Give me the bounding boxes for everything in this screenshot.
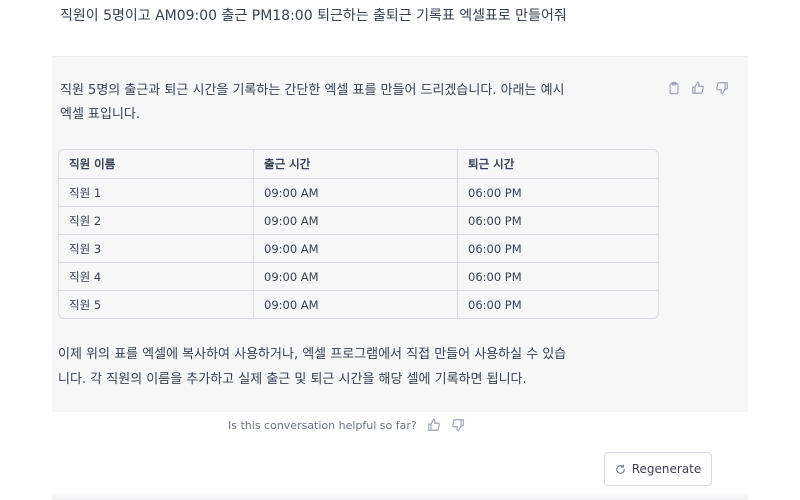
assistant-intro-line-1: 직원 5명의 출근과 퇴근 시간을 기록하는 간단한 엑셀 표를 만들어 드리겠… xyxy=(60,83,565,98)
assistant-intro-line-2: 엑셀 표입니다. xyxy=(60,107,141,122)
conversation-feedback: Is this conversation helpful so far? xyxy=(228,418,465,432)
cell-employee-name: 직원 5 xyxy=(59,291,254,318)
cell-clock-in: 09:00 AM xyxy=(254,291,458,318)
header-clock-in: 출근 시간 xyxy=(254,150,458,179)
table-row: 직원 3 09:00 AM 06:00 PM xyxy=(59,235,658,263)
cell-clock-in: 09:00 AM xyxy=(254,263,458,291)
assistant-outro-line-1: 이제 위의 표를 엑셀에 복사하여 사용하거나, 엑셀 프로그램에서 직접 만들… xyxy=(58,347,567,362)
cell-clock-in: 09:00 AM xyxy=(254,235,458,263)
table-row: 직원 5 09:00 AM 06:00 PM xyxy=(59,291,658,318)
regenerate-label: Regenerate xyxy=(631,462,702,476)
table-row: 직원 1 09:00 AM 06:00 PM xyxy=(59,179,658,207)
thumbs-down-icon[interactable] xyxy=(715,81,729,95)
assistant-outro: 이제 위의 표를 엑셀에 복사하여 사용하거나, 엑셀 프로그램에서 직접 만들… xyxy=(58,342,668,392)
cell-clock-out: 06:00 PM xyxy=(458,179,658,207)
refresh-icon xyxy=(615,464,626,475)
cell-clock-out: 06:00 PM xyxy=(458,263,658,291)
message-actions xyxy=(667,81,729,95)
attendance-table: 직원 이름 출근 시간 퇴근 시간 직원 1 09:00 AM 06:00 PM… xyxy=(58,149,659,319)
assistant-intro: 직원 5명의 출근과 퇴근 시간을 기록하는 간단한 엑셀 표를 만들어 드리겠… xyxy=(60,79,660,127)
regenerate-button[interactable]: Regenerate xyxy=(604,452,712,486)
cell-clock-out: 06:00 PM xyxy=(458,207,658,235)
cell-employee-name: 직원 4 xyxy=(59,263,254,291)
thumbs-down-icon[interactable] xyxy=(451,418,465,432)
composer-edge xyxy=(52,492,748,500)
assistant-message: 직원 5명의 출근과 퇴근 시간을 기록하는 간단한 엑셀 표를 만들어 드리겠… xyxy=(52,56,748,412)
cell-employee-name: 직원 3 xyxy=(59,235,254,263)
cell-clock-out: 06:00 PM xyxy=(458,235,658,263)
thumbs-up-icon[interactable] xyxy=(691,81,705,95)
header-clock-out: 퇴근 시간 xyxy=(458,150,658,179)
header-employee-name: 직원 이름 xyxy=(59,150,254,179)
table-row: 직원 2 09:00 AM 06:00 PM xyxy=(59,207,658,235)
table-header-row: 직원 이름 출근 시간 퇴근 시간 xyxy=(59,150,658,179)
table-row: 직원 4 09:00 AM 06:00 PM xyxy=(59,263,658,291)
cell-employee-name: 직원 1 xyxy=(59,179,254,207)
clipboard-icon[interactable] xyxy=(667,81,681,95)
feedback-prompt: Is this conversation helpful so far? xyxy=(228,418,417,432)
user-message: 직원이 5명이고 AM09:00 출근 PM18:00 퇴근하는 출퇴근 기록표… xyxy=(60,8,567,24)
cell-clock-out: 06:00 PM xyxy=(468,297,522,312)
assistant-outro-line-2: 니다. 각 직원의 이름을 추가하고 실제 출근 및 퇴근 시간을 해당 셀에 … xyxy=(58,372,527,387)
cell-clock-in: 09:00 AM xyxy=(254,207,458,235)
cell-clock-in: 09:00 AM xyxy=(254,179,458,207)
thumbs-up-icon[interactable] xyxy=(427,418,441,432)
cell-employee-name: 직원 2 xyxy=(59,207,254,235)
